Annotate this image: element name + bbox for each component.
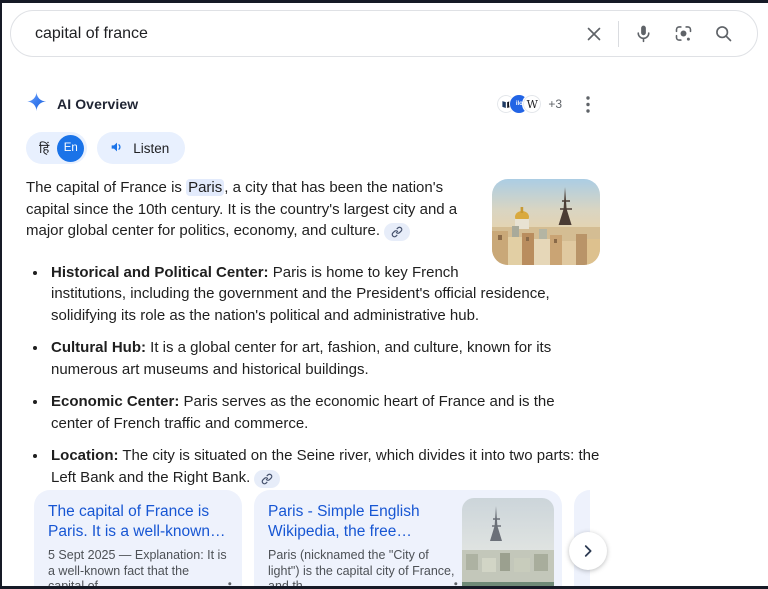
card-title[interactable]: The capital of France is Paris. It is a … bbox=[48, 502, 228, 542]
clear-search-icon[interactable] bbox=[574, 14, 614, 54]
citation-link-icon[interactable] bbox=[254, 470, 280, 488]
window-frame-top bbox=[0, 0, 768, 3]
source-card-2[interactable]: Paris - Simple English Wikipedia, the fr… bbox=[254, 490, 562, 589]
listen-button[interactable]: Listen bbox=[97, 132, 185, 164]
lens-camera-icon[interactable] bbox=[663, 14, 703, 54]
ai-overview-panel: AI Overview ilo W +3 हिं En bbox=[26, 86, 600, 499]
window-frame-left bbox=[0, 0, 2, 589]
language-option-english[interactable]: En bbox=[57, 135, 84, 162]
microphone-icon[interactable] bbox=[623, 14, 663, 54]
search-bar[interactable] bbox=[10, 10, 758, 57]
language-option-hindi[interactable]: हिं bbox=[39, 139, 49, 157]
bullet-location: Location: The city is situated on the Se… bbox=[48, 445, 600, 488]
more-sources-count: +3 bbox=[548, 97, 562, 111]
search-divider bbox=[618, 21, 619, 47]
ai-overview-title: AI Overview bbox=[57, 96, 138, 112]
source-favicons[interactable]: ilo W +3 bbox=[496, 94, 562, 114]
bullet-economic-center: Economic Center: Paris serves as the eco… bbox=[48, 391, 600, 434]
paris-highlight[interactable]: Paris bbox=[186, 179, 224, 196]
carousel-next-button[interactable] bbox=[569, 532, 607, 570]
wikipedia-source-favicon: W bbox=[522, 94, 542, 114]
overview-bullet-list: Historical and Political Center: Paris i… bbox=[48, 262, 600, 489]
speaker-icon bbox=[109, 139, 125, 158]
card-title[interactable]: Paris - Simple English Wikipedia, the fr… bbox=[268, 502, 456, 542]
listen-label: Listen bbox=[133, 141, 169, 156]
search-submit-icon[interactable] bbox=[703, 14, 743, 54]
source-cards-carousel: The capital of France is Paris. It is a … bbox=[34, 490, 590, 589]
bullet-cultural-hub: Cultural Hub: It is a global center for … bbox=[48, 337, 600, 380]
source-card-1[interactable]: The capital of France is Paris. It is a … bbox=[34, 490, 242, 589]
card-snippet: 5 Sept 2025 — Explanation: It is a well-… bbox=[48, 548, 228, 589]
language-toggle[interactable]: हिं En bbox=[26, 132, 87, 164]
paris-skyline-image[interactable] bbox=[492, 179, 600, 265]
ai-sparkle-icon bbox=[26, 91, 47, 117]
overview-menu-kebab-icon[interactable] bbox=[576, 92, 600, 116]
search-input[interactable] bbox=[35, 25, 574, 43]
overview-body: The capital of France is Paris, a city t… bbox=[26, 177, 600, 488]
citation-link-icon[interactable] bbox=[384, 223, 410, 241]
bullet-historical-political: Historical and Political Center: Paris i… bbox=[48, 262, 600, 327]
card-thumbnail-paris bbox=[462, 498, 554, 589]
card-snippet: Paris (nicknamed the "City of light") is… bbox=[268, 548, 456, 589]
